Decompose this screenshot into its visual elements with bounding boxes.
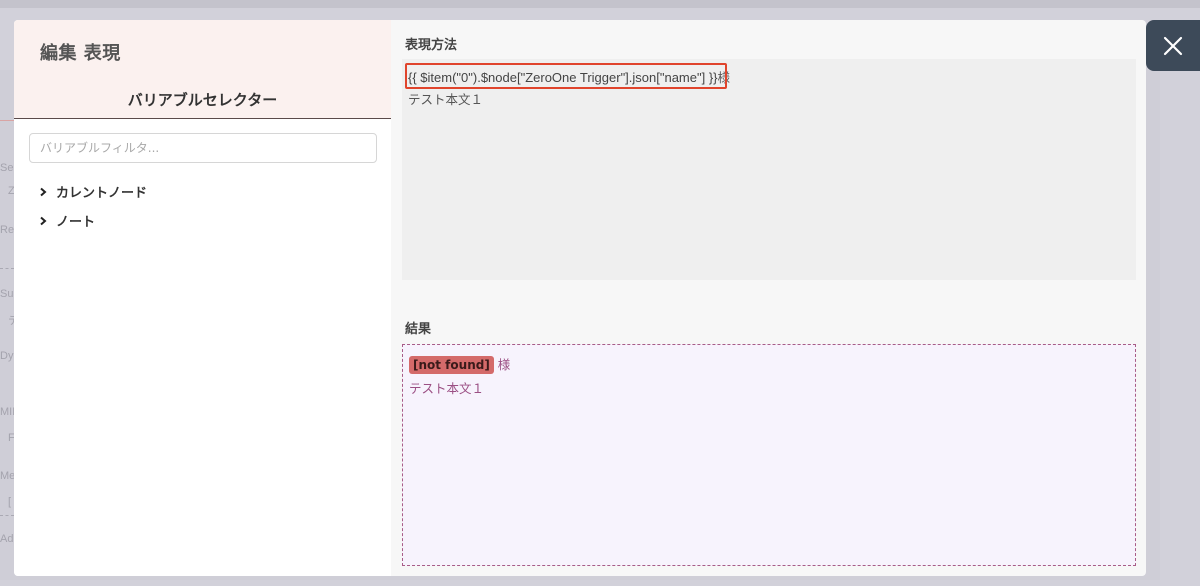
variable-filter-input[interactable] [29,133,377,163]
modal-title: 編集 表現 [40,43,121,64]
tree-item-current-node[interactable]: カレントノード [38,182,147,201]
modal-header: 編集 表現 バリアブルセレクター [14,20,391,119]
result-line-2: テスト本文１ [409,381,485,396]
expression-pane: 表現方法 {{ $item("0").$node["ZeroOne Trigge… [391,20,1146,576]
expression-code: {{ $item("0").$node["ZeroOne Trigger"].j… [408,70,718,85]
chevron-right-icon [40,187,47,196]
variable-selector-pane: 編集 表現 バリアブルセレクター カレントノード ノート [14,20,391,576]
expression-editor[interactable]: {{ $item("0").$node["ZeroOne Trigger"].j… [402,59,1136,280]
background-accent-line [0,120,14,121]
tree-item-label: ノート [56,215,96,230]
tree-item-label: カレントノード [56,186,148,201]
expression-line-2: テスト本文１ [408,92,484,107]
background-divider [0,268,14,269]
expression-label: 表現方法 [405,38,458,53]
background-topbar [0,0,1200,8]
result-label: 結果 [405,322,432,337]
edit-expression-modal: 編集 表現 バリアブルセレクター カレントノード ノート 表現方法 {{ $it… [14,20,1146,576]
background-text: [ [8,496,12,508]
variable-selector-title: バリアブルセレクター [127,91,278,109]
background-divider [0,515,14,516]
result-suffix: 様 [497,357,511,372]
not-found-badge: [not found] [409,356,494,374]
expression-suffix: 様 [717,70,731,85]
expression-line: {{ $item("0").$node["ZeroOne Trigger"].j… [405,63,1130,89]
background-text: Me [0,470,16,482]
result-line: [not found] 様 [409,353,1129,377]
chevron-right-icon [40,216,47,225]
close-icon [1163,36,1183,55]
tree-item-note[interactable]: ノート [38,211,95,230]
result-preview: [not found] 様 テスト本文１ [402,344,1136,566]
close-button[interactable] [1146,20,1200,71]
